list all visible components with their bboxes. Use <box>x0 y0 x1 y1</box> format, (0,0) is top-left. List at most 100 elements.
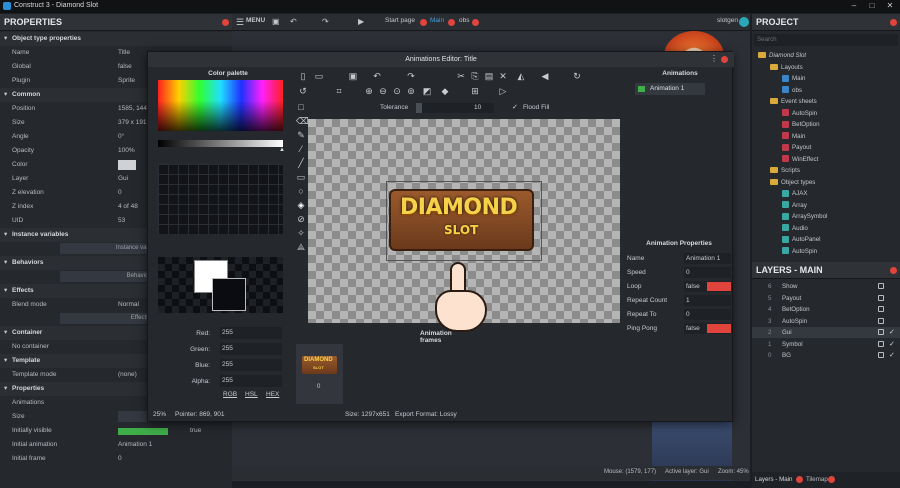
zoom-in-icon[interactable]: ⊕ <box>364 86 374 96</box>
pencil-icon[interactable]: ✎ <box>296 130 306 140</box>
animation-property-value[interactable]: Animation 1 <box>684 253 731 264</box>
hsl-mode-link[interactable]: HSL <box>245 391 258 398</box>
grid-icon[interactable]: ⊞ <box>470 86 480 96</box>
tab-obs[interactable]: obs <box>459 17 469 24</box>
property-value[interactable]: 53 <box>118 214 125 228</box>
project-tree-item[interactable]: WinEffect <box>752 154 900 165</box>
expand-arrow-icon[interactable]: ▾ <box>4 354 7 368</box>
tab-layers-main[interactable]: Layers - Main <box>755 476 792 483</box>
fill-icon[interactable]: ◈ <box>296 200 306 210</box>
layer-row[interactable]: 5 Payout <box>752 293 900 304</box>
expand-arrow-icon[interactable]: ▾ <box>4 228 7 242</box>
ellipse-icon[interactable]: ○ <box>296 186 306 196</box>
more-options-icon[interactable]: ⋮ <box>710 54 718 63</box>
menu-icon[interactable]: ☰ <box>236 17 244 28</box>
project-tree-item[interactable]: Layouts <box>752 62 900 73</box>
animation-property-value[interactable]: 1 <box>684 295 731 306</box>
tolerance-slider[interactable] <box>416 103 494 113</box>
project-tree-item[interactable]: BetOption <box>752 119 900 130</box>
layers-close-icon[interactable] <box>890 267 897 274</box>
expand-arrow-icon[interactable]: ▾ <box>4 256 7 270</box>
property-value[interactable]: 0 <box>118 186 122 200</box>
slider-handle-icon[interactable]: ▲ <box>279 147 285 153</box>
hex-mode-link[interactable]: HEX <box>266 391 279 398</box>
layer-row[interactable]: 2 Gui ✓ <box>752 327 900 338</box>
flip-horizontal-icon[interactable]: ◭ <box>516 71 526 81</box>
visible-toggle[interactable] <box>118 428 168 435</box>
tab-close-icon[interactable] <box>796 476 803 483</box>
tolerance-value[interactable]: 10 <box>474 104 481 111</box>
lock-icon[interactable] <box>878 329 884 335</box>
transparency-icon[interactable]: ◩ <box>422 86 432 96</box>
blue-input[interactable]: 255 <box>220 359 282 371</box>
green-input[interactable]: 255 <box>220 343 282 355</box>
lock-icon[interactable] <box>878 283 884 289</box>
origin-point-icon[interactable]: ✧ <box>296 228 306 238</box>
crop-icon[interactable]: ⌗ <box>334 86 344 96</box>
paste-icon[interactable]: ▤ <box>484 71 494 81</box>
project-tree-item[interactable]: Diamond Slot <box>752 50 900 61</box>
swatch-grid[interactable] <box>158 164 283 234</box>
rgb-mode-link[interactable]: RGB <box>223 391 237 398</box>
red-input[interactable]: 255 <box>220 327 282 339</box>
frame-thumbnail[interactable]: DIAMOND SLOT 0 <box>296 344 343 404</box>
color-spectrum[interactable] <box>158 80 283 131</box>
lock-icon[interactable] <box>878 294 884 301</box>
project-tree-item[interactable]: Event sheets <box>752 96 900 107</box>
lock-icon[interactable] <box>878 340 884 347</box>
boolean-toggle[interactable] <box>707 282 731 291</box>
color-picker-icon[interactable]: ⊘ <box>296 214 306 224</box>
visibility-check-icon[interactable]: ✓ <box>889 350 895 361</box>
project-tree-item[interactable]: obs <box>752 85 900 96</box>
line-icon[interactable]: ╱ <box>296 158 306 168</box>
brightness-slider[interactable] <box>158 140 283 147</box>
project-tree-item[interactable]: Main <box>752 73 900 84</box>
lock-icon[interactable] <box>878 317 884 324</box>
color-swatch[interactable] <box>118 160 136 170</box>
project-tree-item[interactable]: AutoSpin <box>752 246 900 257</box>
project-tree-item[interactable]: Object types <box>752 177 900 188</box>
boolean-toggle[interactable] <box>707 324 731 333</box>
project-tree-item[interactable]: AutoSpin <box>752 108 900 119</box>
avatar[interactable] <box>739 17 749 27</box>
project-tree-item[interactable]: Scripts <box>752 165 900 176</box>
open-folder-icon[interactable]: ▭ <box>314 71 324 81</box>
project-tree-item[interactable]: AutoPanel <box>752 234 900 245</box>
property-value[interactable]: 4 of 48 <box>118 200 138 214</box>
property-value[interactable]: 100% <box>118 144 135 158</box>
layer-row[interactable]: 3 AutoSpin <box>752 316 900 327</box>
animation-property-value[interactable]: 0 <box>684 267 731 278</box>
redo-icon[interactable]: ↷ <box>322 17 329 26</box>
rotate-canvas-icon[interactable]: ↺ <box>298 86 308 96</box>
menu-button[interactable]: MENU <box>246 17 265 24</box>
visibility-check-icon[interactable]: ✓ <box>889 339 895 350</box>
collision-poly-icon[interactable]: ⟁ <box>296 242 306 252</box>
animation-property-value[interactable]: 0 <box>684 309 731 320</box>
project-close-icon[interactable] <box>890 19 897 26</box>
project-tree-item[interactable]: ArraySymbol <box>752 211 900 222</box>
property-value[interactable]: 379 x 191 <box>118 116 147 130</box>
undo-icon[interactable]: ↶ <box>290 17 297 26</box>
lock-icon[interactable] <box>878 352 884 358</box>
save-icon[interactable]: ▣ <box>272 17 280 26</box>
layer-row[interactable]: 1 Symbol ✓ <box>752 339 900 350</box>
redo-edit-icon[interactable]: ↷ <box>406 71 416 81</box>
zoom-out-icon[interactable]: ⊖ <box>378 86 388 96</box>
tab-tilemap[interactable]: Tilemap <box>806 476 828 483</box>
tab-main[interactable]: Main <box>430 17 444 24</box>
maximize-icon[interactable]: □ <box>866 1 878 11</box>
properties-close-icon[interactable] <box>222 19 229 26</box>
brush-icon[interactable]: ⁄ <box>296 144 306 154</box>
project-tree-item[interactable]: AJAX <box>752 188 900 199</box>
minimize-icon[interactable]: – <box>848 1 860 11</box>
lock-icon[interactable] <box>878 306 884 312</box>
secondary-color-swatch[interactable] <box>212 278 246 311</box>
cut-icon[interactable]: ✂ <box>456 71 466 81</box>
alpha-input[interactable]: 255 <box>220 375 282 387</box>
layers-stack-icon[interactable]: ◆ <box>440 86 450 96</box>
delete-icon[interactable]: ✕ <box>498 71 508 81</box>
tab-close-icon[interactable] <box>420 19 427 26</box>
project-tree-item[interactable]: Array <box>752 200 900 211</box>
rectangle-select-icon[interactable]: □ <box>296 102 306 112</box>
layer-row[interactable]: 6 Show <box>752 281 900 292</box>
